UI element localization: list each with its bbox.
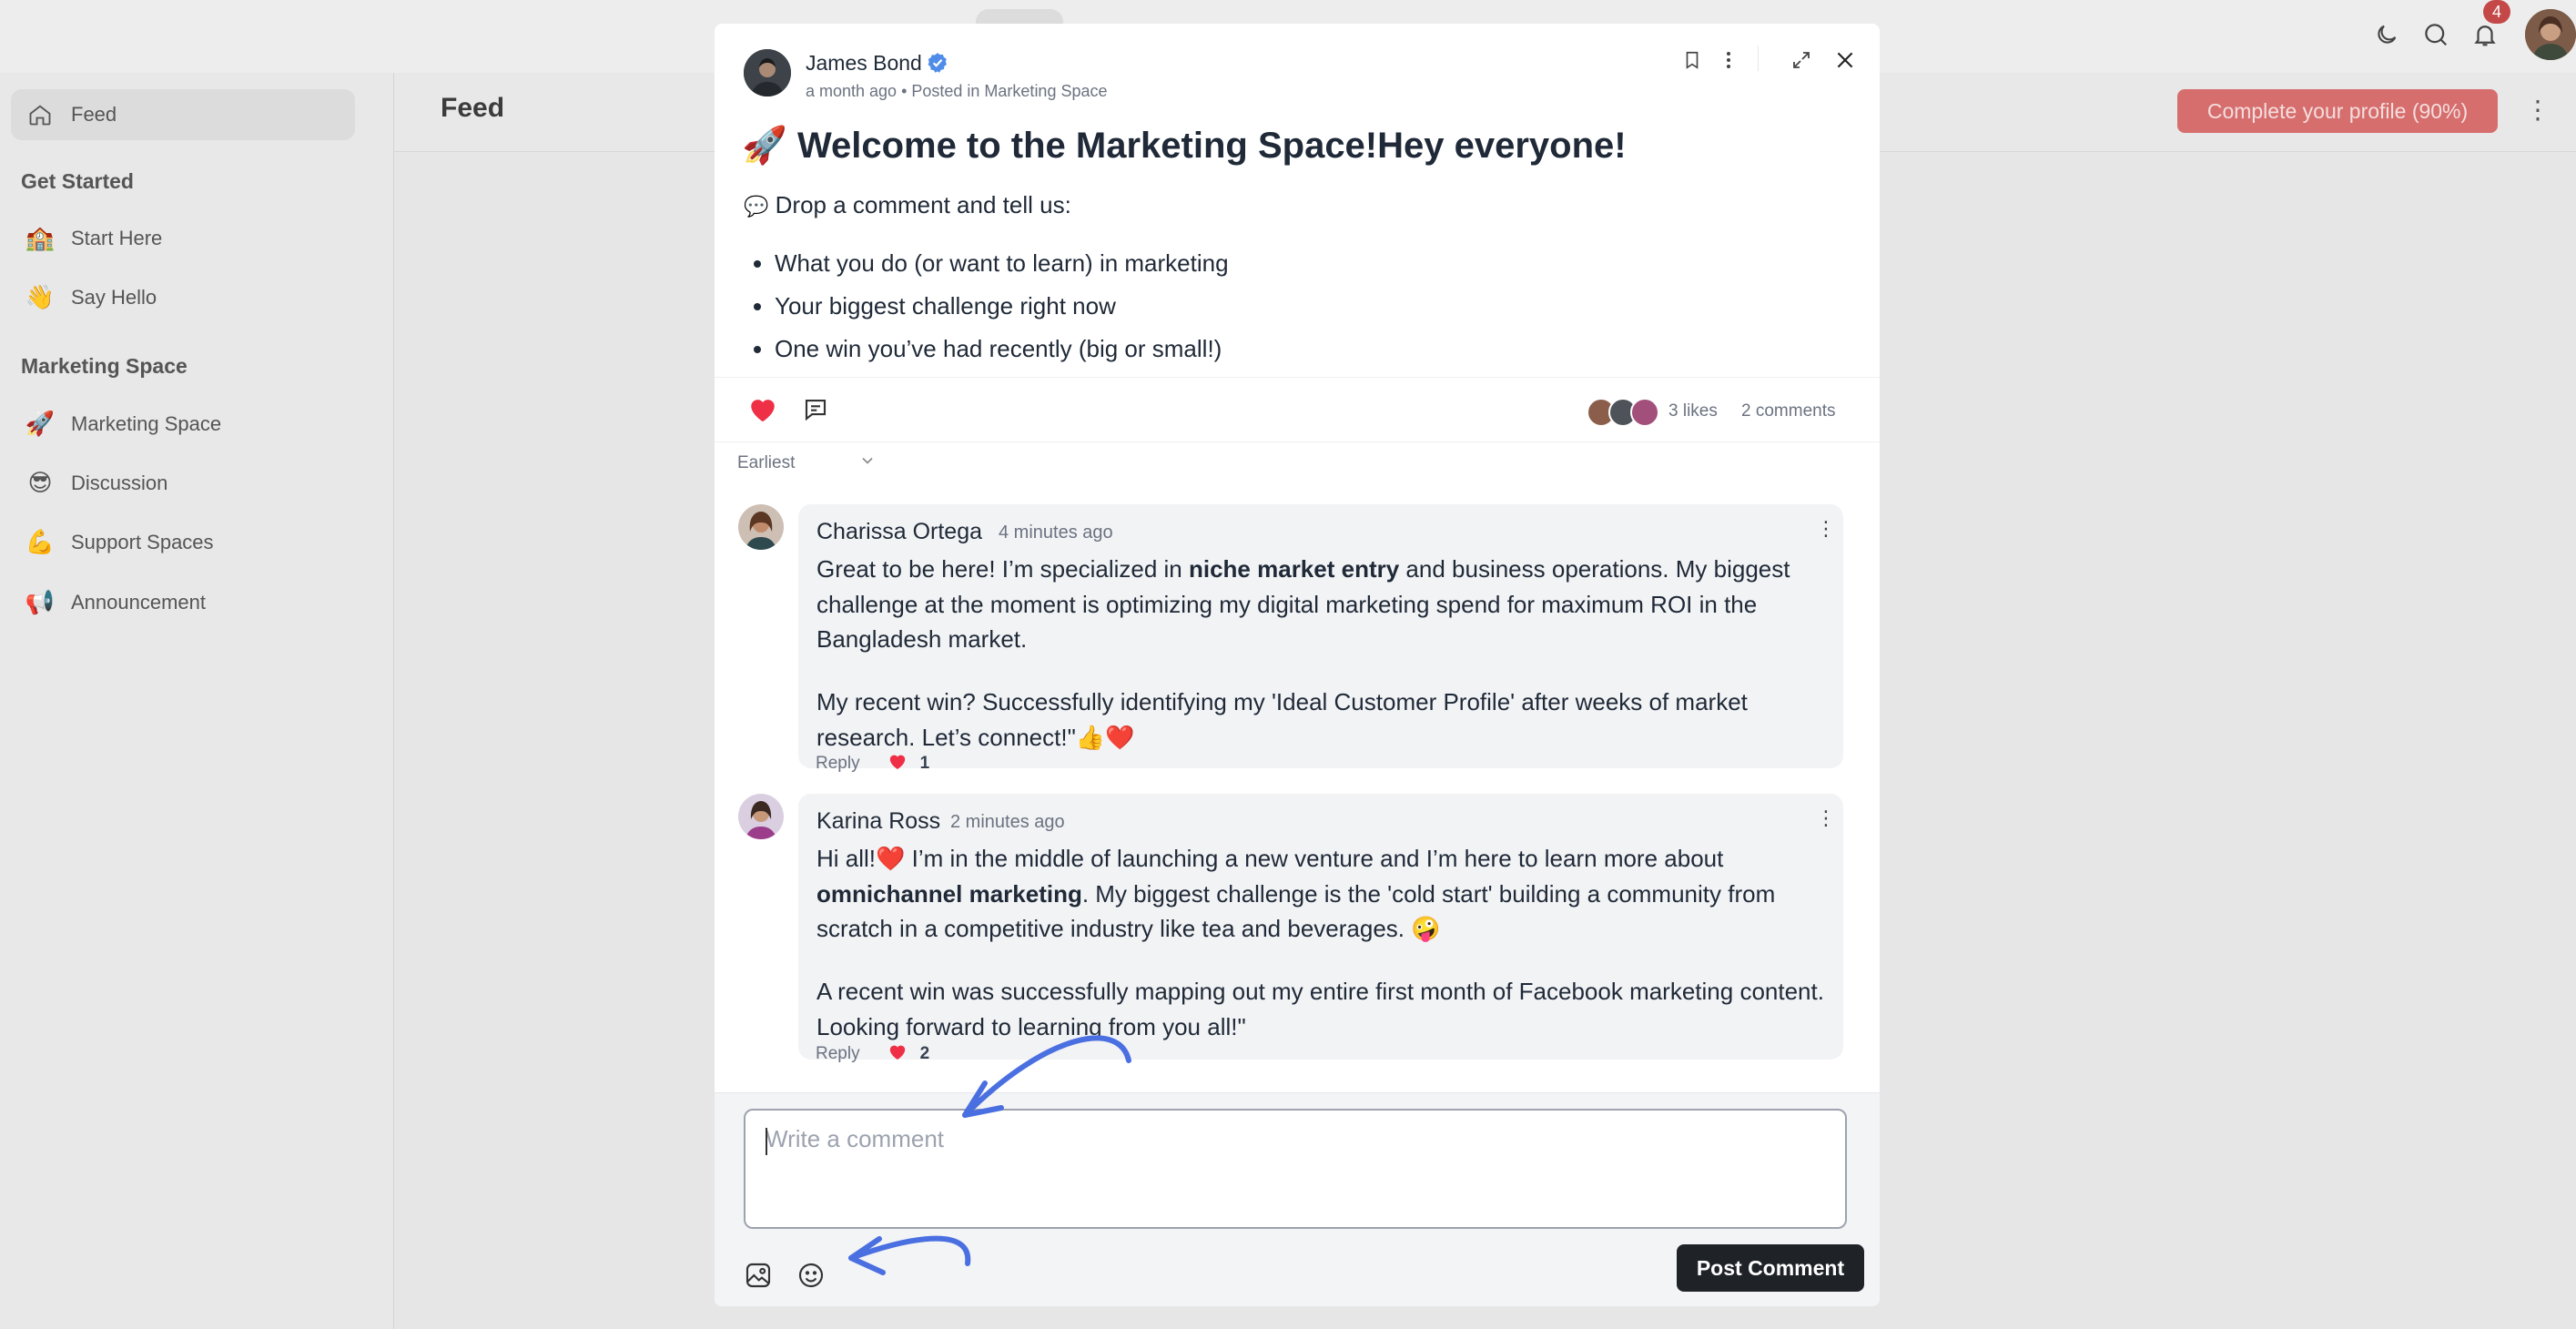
list-item: Your biggest challenge right now [775,285,1229,328]
chevron-down-icon[interactable] [858,451,877,474]
avatar [1630,398,1659,427]
post-modal: James Bond a month ago • Posted in Marke… [715,24,1880,1306]
comment-paragraph: Great to be here! I’m specialized in nic… [816,555,1790,653]
likes-count[interactable]: 3 likes [1668,401,1718,421]
comment-options-icon[interactable]: ⋮ [1816,807,1836,830]
comment-paragraph: Hi all!❤️ I’m in the middle of launching… [816,845,1776,942]
sidebar: Feed Get Started 🏫 Start Here 👋 Say Hell… [0,73,394,1329]
comment-author[interactable]: Charissa Ortega [816,519,982,545]
emoji-picker-icon[interactable] [793,1257,829,1293]
sidebar-item-label: Say Hello [71,286,157,309]
home-icon [24,102,56,127]
reply-button[interactable]: Reply [816,754,860,774]
sidebar-item-label: Discussion [71,472,168,494]
close-icon[interactable] [1829,44,1861,76]
sidebar-item-say-hello[interactable]: 👋 Say Hello [11,272,355,323]
post-comment-button[interactable]: Post Comment [1677,1244,1864,1292]
commenter-avatar[interactable] [738,794,784,839]
reaction-bar: 3 likes 2 comments [715,377,1880,442]
comment-paragraph: A recent win was successfully mapping ou… [816,978,1824,1040]
sidebar-item-support-spaces[interactable]: 💪 Support Spaces [11,517,355,568]
comment-bubble: Charissa Ortega 4 minutes ago ⋮ Great to… [798,504,1843,768]
comment-options-icon[interactable]: ⋮ [1816,517,1836,541]
flexed-biceps-icon: 💪 [25,529,56,556]
heart-icon[interactable] [887,1042,908,1066]
section-heading-marketing-space: Marketing Space [21,354,188,378]
dark-mode-moon-icon[interactable] [2368,16,2405,53]
comment-bubble: Karina Ross 2 minutes ago ⋮ Hi all!❤️ I’… [798,794,1843,1060]
image-upload-icon[interactable] [740,1257,776,1293]
search-icon[interactable] [2418,16,2454,53]
sidebar-item-marketing-space[interactable]: 🚀 Marketing Space [11,399,355,450]
liker-avatars[interactable] [1587,398,1663,427]
sidebar-item-label: Marketing Space [71,412,222,435]
sidebar-item-label: Support Spaces [71,531,214,553]
comment-time: 4 minutes ago [999,522,1113,543]
sidebar-item-discussion[interactable]: 😎 Discussion [11,458,355,509]
bookmark-icon[interactable] [1676,44,1709,76]
comment-paragraph: My recent win? Successfully identifying … [816,688,1748,751]
notification-count-badge: 4 [2483,0,2510,24]
comment-time: 2 minutes ago [950,812,1065,832]
section-heading-get-started: Get Started [21,169,134,193]
post-title: 🚀 Welcome to the Marketing Space!Hey eve… [742,124,1627,167]
sunglasses-face-icon: 😎 [27,470,53,497]
comments-count[interactable]: 2 comments [1741,401,1835,421]
more-options-icon[interactable]: ⋮ [2525,95,2551,125]
comment-sort-select[interactable]: Earliest [737,453,795,473]
school-icon: 🏫 [25,225,56,252]
post-meta: a month ago • Posted in Marketing Space [806,82,1108,100]
sidebar-item-label: Start Here [71,227,163,249]
comment-actions: Reply 2 [816,1042,929,1066]
comment-composer: Post Comment [715,1092,1880,1306]
post-intro: 💬 Drop a comment and tell us: [744,191,1071,219]
comment-like-count: 1 [919,754,930,773]
comment-icon[interactable] [802,396,829,428]
author-name[interactable]: James Bond [806,51,922,76]
waving-hand-icon: 👋 [25,284,56,311]
rocket-icon: 🚀 [742,125,787,167]
list-item: What you do (or want to learn) in market… [775,242,1229,285]
expand-icon[interactable] [1785,44,1818,76]
post-options-icon[interactable] [1712,44,1745,76]
user-avatar[interactable] [2525,9,2576,60]
rocket-icon: 🚀 [25,411,56,438]
comment-like-count: 2 [919,1044,930,1063]
sidebar-item-start-here[interactable]: 🏫 Start Here [11,213,355,264]
sidebar-item-label: Announcement [71,591,206,614]
comment-actions: Reply 1 [816,752,929,776]
post-intro-text: Drop a comment and tell us: [775,191,1071,218]
heart-like-icon[interactable] [747,394,778,428]
list-item: One win you’ve had recently (big or smal… [775,328,1229,370]
speech-balloon-icon: 💬 [744,196,769,218]
sidebar-item-label: Feed [71,103,117,126]
post-title-text: Welcome to the Marketing Space!Hey every… [796,126,1627,166]
header-divider [1758,46,1759,71]
reply-button[interactable]: Reply [816,1044,860,1064]
loudspeaker-icon: 📢 [25,589,56,616]
text-cursor [766,1128,767,1155]
comment-input[interactable] [744,1109,1847,1229]
commenter-avatar[interactable] [738,504,784,550]
heart-icon[interactable] [887,752,908,776]
page-title: Feed [441,93,505,123]
sidebar-item-feed[interactable]: Feed [11,89,355,140]
sidebar-item-announcement[interactable]: 📢 Announcement [11,577,355,628]
author-avatar[interactable] [744,49,791,96]
comment-author[interactable]: Karina Ross [816,808,940,835]
complete-profile-button[interactable]: Complete your profile (90%) [2177,89,2498,133]
verified-badge-icon [926,51,949,75]
post-bullet-list: What you do (or want to learn) in market… [744,242,1229,370]
